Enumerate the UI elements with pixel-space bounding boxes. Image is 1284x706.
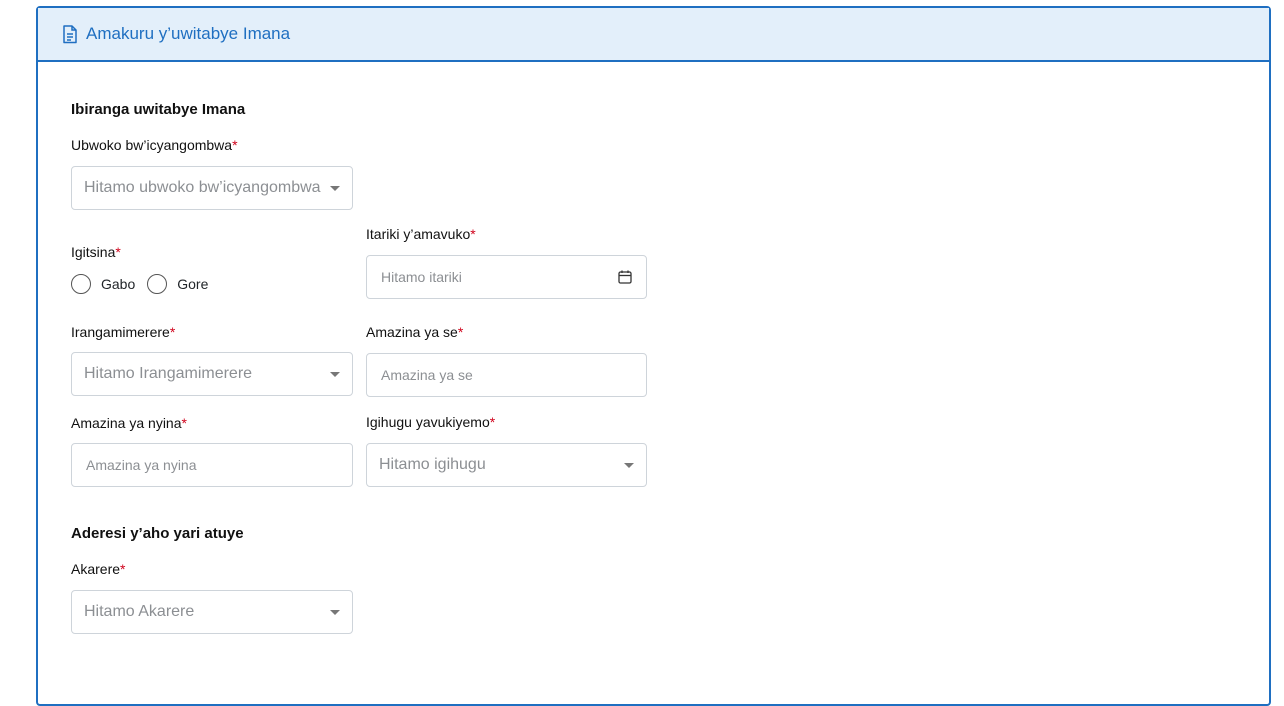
document-type-placeholder: Hitamo ubwoko bw’icyangombwa <box>84 179 321 196</box>
gender-option-female[interactable]: Gore <box>147 274 208 294</box>
required-mark: * <box>232 137 238 153</box>
document-icon <box>62 24 78 44</box>
marital-status-select[interactable]: Hitamo Irangamimerere <box>71 352 353 396</box>
radio-button[interactable] <box>147 274 168 294</box>
father-name-field[interactable] <box>366 353 647 397</box>
required-mark: * <box>120 561 126 577</box>
document-type-select[interactable]: Hitamo ubwoko bw’icyangombwa <box>71 166 353 210</box>
gender-option-male[interactable]: Gabo <box>71 274 135 294</box>
chevron-down-icon <box>330 609 340 615</box>
chevron-down-icon <box>330 371 340 377</box>
section-title-deceased: Ibiranga uwitabye Imana <box>71 101 246 118</box>
birth-date-label: Itariki y’amavuko* <box>366 226 476 242</box>
required-mark: * <box>115 244 121 260</box>
father-name-label: Amazina ya se* <box>366 324 464 340</box>
document-type-label: Ubwoko bw’icyangombwa* <box>71 137 238 153</box>
card-header: Amakuru y’uwitabye Imana <box>38 8 1269 62</box>
card-header-title: Amakuru y’uwitabye Imana <box>86 24 291 43</box>
radio-button[interactable] <box>71 274 91 294</box>
gender-label: Igitsina* <box>71 244 121 260</box>
birth-date-field[interactable] <box>366 255 647 299</box>
required-mark: * <box>470 226 476 242</box>
mother-name-field[interactable] <box>71 443 353 487</box>
district-select[interactable]: Hitamo Akarere <box>71 590 353 634</box>
required-mark: * <box>457 324 464 340</box>
chevron-down-icon <box>330 185 340 191</box>
required-mark: * <box>489 414 496 430</box>
marital-status-label: Irangamimerere* <box>71 324 176 340</box>
mother-name-input[interactable] <box>86 457 338 473</box>
marital-status-placeholder: Hitamo Irangamimerere <box>84 365 253 382</box>
district-placeholder: Hitamo Akarere <box>84 603 195 620</box>
chevron-down-icon <box>624 462 634 468</box>
birth-country-select[interactable]: Hitamo igihugu <box>366 443 647 487</box>
required-mark: * <box>169 324 176 340</box>
birth-country-placeholder: Hitamo igihugu <box>379 456 486 473</box>
required-mark: * <box>181 415 187 431</box>
section-title-address: Aderesi y’aho yari atuye <box>71 525 244 542</box>
mother-name-label: Amazina ya nyina* <box>71 415 187 431</box>
birth-country-label: Igihugu yavukiyemo* <box>366 414 496 430</box>
gender-radio-group: Gabo Gore <box>71 274 220 294</box>
district-label: Akarere* <box>71 561 126 577</box>
birth-date-input[interactable] <box>381 269 618 285</box>
father-name-input[interactable] <box>381 367 632 383</box>
calendar-icon[interactable] <box>618 270 632 284</box>
